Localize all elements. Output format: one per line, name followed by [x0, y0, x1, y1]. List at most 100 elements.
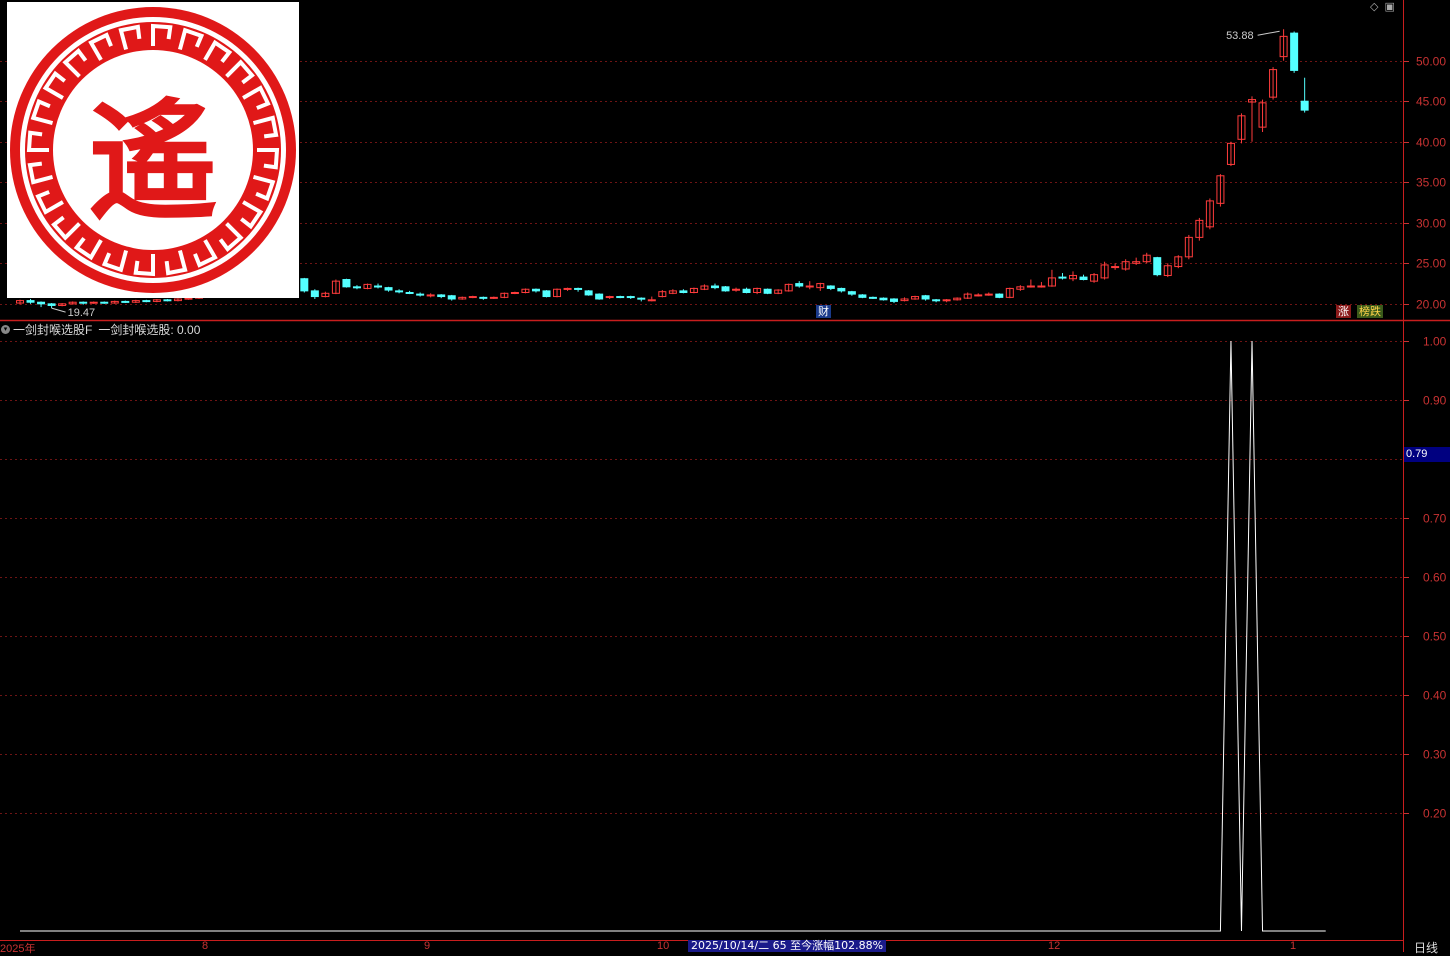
candle-body: [1026, 285, 1035, 288]
date-label-aug: 8: [202, 940, 209, 952]
candle-body: [889, 298, 898, 302]
candle-body: [510, 291, 519, 294]
candle-body: [974, 294, 983, 297]
date-label-year: 2025年: [0, 943, 36, 955]
candle-body: [342, 279, 351, 288]
candle-body: [489, 296, 498, 299]
price-tick-label: 40.00: [1416, 136, 1446, 150]
price-tick-label: 30.00: [1416, 217, 1446, 231]
svg-text:遙: 遙: [88, 85, 218, 238]
candle-body: [932, 299, 941, 302]
candle-body: [479, 296, 488, 299]
candle-body: [79, 301, 88, 304]
stamp-logo-image: 遙: [7, 2, 299, 298]
candle-body: [163, 299, 172, 302]
candle-body: [1153, 257, 1162, 276]
candle-body: [1058, 276, 1067, 279]
high-label: 53.88: [1226, 30, 1254, 42]
indicator-tick-label: 1.00: [1423, 335, 1447, 349]
price-tick-label: 20.00: [1416, 298, 1446, 312]
candle-body: [37, 301, 46, 305]
candle-body: [1290, 32, 1299, 71]
candle-body: [1079, 276, 1088, 281]
candle-body: [542, 290, 551, 298]
candle-body: [26, 300, 35, 303]
price-tick-label: 35.00: [1416, 176, 1446, 190]
date-label-oct: 10: [657, 940, 670, 952]
candle-body: [142, 300, 151, 303]
diamond-icon[interactable]: ◇: [1370, 0, 1378, 13]
candle-body: [468, 296, 477, 299]
candle-body: [826, 285, 835, 289]
candle-body: [732, 288, 741, 291]
candle-body: [184, 297, 193, 300]
candle-body: [847, 291, 856, 295]
candle-body: [47, 303, 56, 306]
candle-body: [626, 296, 635, 299]
date-label-sep: 9: [424, 940, 431, 952]
indicator-tick-label: 0.60: [1423, 571, 1447, 585]
ranking-marker[interactable]: 榜跌: [1357, 305, 1383, 318]
candle-body: [795, 283, 804, 287]
price-tick-label: 45.00: [1416, 95, 1446, 109]
high-pointer: [1257, 30, 1280, 36]
candle-body: [637, 297, 646, 300]
candle-body: [374, 285, 383, 288]
indicator-tick-label: 0.50: [1423, 630, 1447, 644]
candle-body: [395, 290, 404, 293]
candle-body: [805, 285, 814, 288]
date-label-dec: 12: [1048, 940, 1061, 952]
period-selector[interactable]: 日线: [1414, 939, 1438, 956]
candle-body: [921, 295, 930, 300]
candle-body: [858, 294, 867, 298]
candle-body: [437, 294, 446, 298]
candle-body: [995, 293, 1004, 298]
candle-body: [721, 286, 730, 292]
window-controls[interactable]: ◇ ▣: [1370, 0, 1401, 13]
candle-body: [647, 299, 656, 302]
candle-body: [352, 286, 361, 289]
candle-body: [1111, 266, 1120, 269]
candle-body: [1037, 285, 1046, 288]
candle-body: [616, 296, 625, 299]
restore-icon[interactable]: ▣: [1384, 0, 1394, 13]
candle-body: [763, 288, 772, 294]
candle-body: [574, 287, 583, 290]
indicator-tick-label: 0.30: [1423, 748, 1447, 762]
candle-body: [531, 288, 540, 292]
candle-body: [100, 301, 109, 304]
candle-body: [121, 300, 130, 303]
candle-body: [879, 297, 888, 301]
candle-body: [679, 290, 688, 293]
indicator-tick-label: 0.40: [1423, 689, 1447, 703]
candle-body: [710, 285, 719, 289]
current-value-tag: 0.79: [1404, 447, 1450, 462]
candle-body: [942, 299, 951, 302]
date-label-jan: 1: [1290, 940, 1297, 952]
candle-body: [584, 290, 593, 296]
candle-body: [868, 296, 877, 299]
indicator-tick-label: 0.70: [1423, 512, 1447, 526]
candle-body: [300, 278, 309, 292]
candle-body: [384, 287, 393, 291]
indicator-value-label: 一剑封喉选股: 0.00: [98, 322, 201, 337]
indicator-name[interactable]: 一剑封喉选股F: [13, 321, 92, 338]
candle-body: [984, 293, 993, 296]
candle-body: [310, 290, 319, 298]
candle-body: [837, 287, 846, 292]
indicator-tick-label: 0.20: [1423, 807, 1447, 821]
rise-marker[interactable]: 涨: [1336, 305, 1351, 318]
indicator-header[interactable]: ▾ 一剑封喉选股F 一剑封喉选股: 0.00: [0, 321, 206, 337]
indicator-tick-label: 0.90: [1423, 394, 1447, 408]
candle-body: [742, 288, 751, 293]
candle-body: [447, 295, 456, 300]
candle-body: [405, 291, 414, 294]
collapse-chevron-icon[interactable]: ▾: [1, 324, 10, 334]
finance-marker[interactable]: 财: [816, 305, 831, 318]
candle-body: [426, 294, 435, 297]
candle-body: [89, 301, 98, 304]
price-tick-label: 50.00: [1416, 55, 1446, 69]
stamp-logo-icon: 遙: [10, 7, 296, 293]
candle-body: [563, 287, 572, 290]
candle-body: [595, 293, 604, 300]
